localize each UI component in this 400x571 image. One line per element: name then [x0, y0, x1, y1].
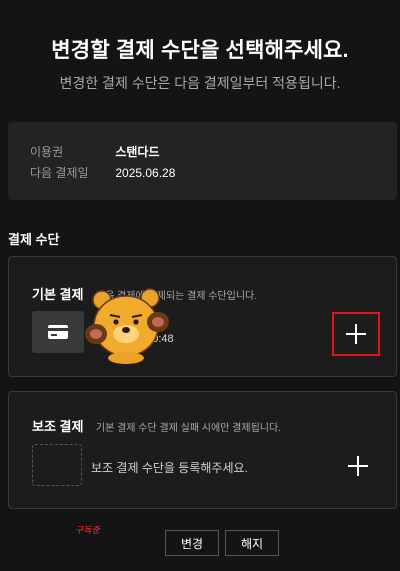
next-payment-value: 2025.06.28 [115, 166, 176, 180]
payment-method-page: 변경할 결제 수단을 선택해주세요. 변경한 결제 수단은 다음 결제일부터 적… [0, 0, 400, 571]
cancel-subscription-button[interactable]: 해지 [225, 530, 279, 556]
primary-payment-card: 기본 결제 다음 결제에 결제되는 결제 수단입니다. 25-05-28 10:… [8, 256, 397, 377]
secondary-payment-description: 기본 결제 수단 결제 실패 시에만 결제됩니다. [95, 423, 281, 434]
add-secondary-payment-button[interactable] [334, 444, 382, 488]
page-title: 변경할 결제 수단을 선택해주세요. [51, 39, 349, 62]
credit-card-icon [32, 311, 84, 353]
secondary-payment-header: 보조 결제 기본 결제 수단 결제 실패 시에만 결제됩니다. [32, 416, 281, 436]
plan-row: 이용권 스탠다드 [30, 143, 160, 160]
secondary-payment-label: 보조 결제 [32, 419, 84, 434]
payment-section-title: 결제 수단 [8, 232, 60, 247]
next-payment-label: 다음 결제일 [30, 166, 89, 180]
plus-icon [348, 456, 368, 476]
plan-label: 이용권 [30, 145, 64, 159]
change-button[interactable]: 변경 [165, 530, 219, 556]
secondary-payment-card: 보조 결제 기본 결제 수단 결제 실패 시에만 결제됩니다. 보조 결제 수단… [8, 391, 397, 509]
plan-value: 스탠다드 [115, 145, 160, 159]
page-subtitle: 변경한 결제 수단은 다음 결제일부터 적용됩니다. [59, 75, 341, 91]
add-primary-payment-button[interactable] [332, 312, 380, 356]
bear-sticker-icon [85, 288, 169, 364]
subscription-info-card: 이용권 스탠다드 다음 결제일 2025.06.28 [8, 122, 397, 200]
primary-payment-label: 기본 결제 [32, 287, 84, 302]
subscribed-mark: 구독중 [75, 525, 100, 535]
next-payment-row: 다음 결제일 2025.06.28 [30, 164, 175, 181]
plus-icon [346, 324, 366, 344]
secondary-empty-text: 보조 결제 수단을 등록해주세요. [91, 461, 248, 475]
empty-card-slot [32, 444, 82, 486]
